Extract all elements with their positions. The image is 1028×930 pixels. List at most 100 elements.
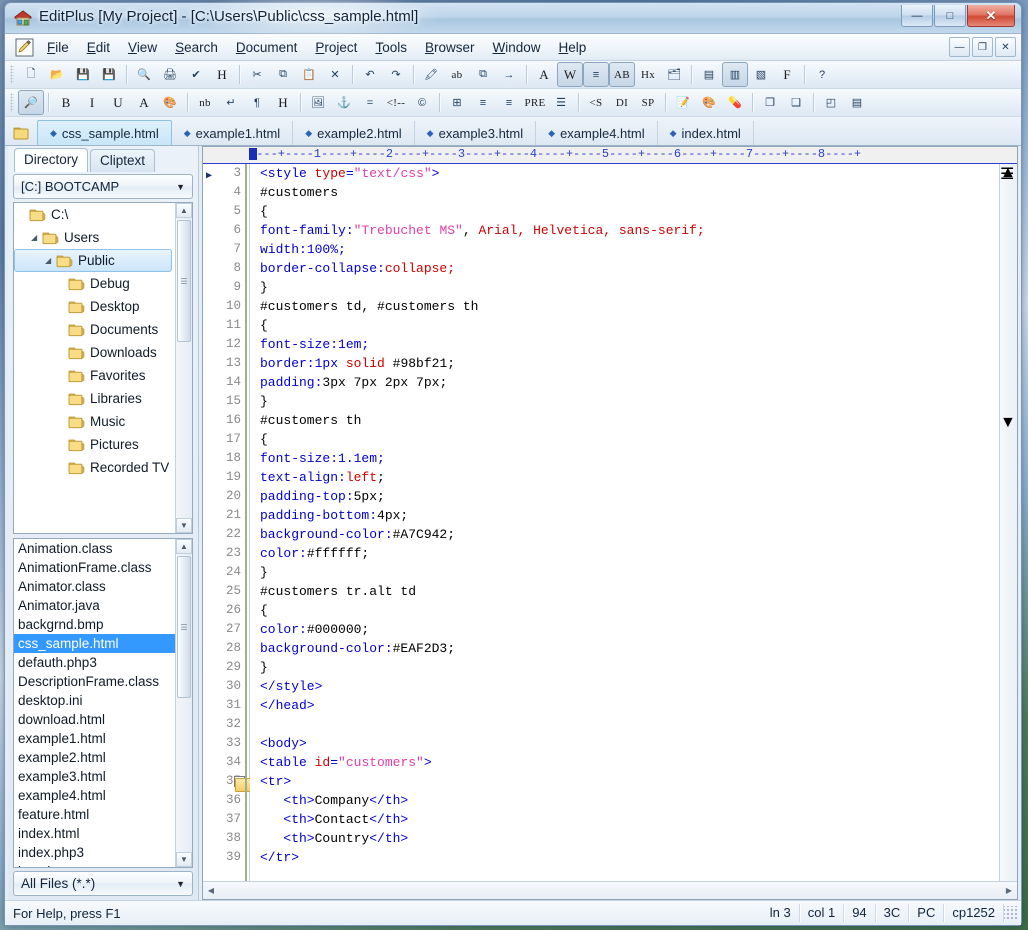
code-line[interactable]: } [250,563,999,582]
file-item-logo-bmp[interactable]: logo.bmp [14,862,175,867]
editor-scroll-thumb[interactable]: ☰ [1000,164,1017,414]
html-page-icon[interactable]: H [209,62,235,87]
edit-style-icon[interactable]: 📝 [670,90,696,115]
resize-grip[interactable] [1004,906,1018,920]
delete-icon[interactable]: ✕ [322,62,348,87]
tree-expander-icon[interactable]: ◢ [45,256,56,265]
code-line[interactable]: </style> [250,677,999,696]
tree-node-documents[interactable]: Documents [14,318,175,341]
style-palette-icon[interactable]: 🎨 [696,90,722,115]
code-line[interactable]: padding-bottom:4px; [250,506,999,525]
code-line[interactable]: color:#ffffff; [250,544,999,563]
tree-node-desktop[interactable]: Desktop [14,295,175,318]
insert-image-icon[interactable]: 🖼 [305,90,331,115]
code-line[interactable]: <body> [250,734,999,753]
directory-window-icon[interactable]: ▥ [722,62,748,87]
code-line[interactable]: #customers tr.alt td [250,582,999,601]
menu-project[interactable]: Project [306,37,366,58]
tree-node-music[interactable]: Music [14,410,175,433]
comment-icon[interactable]: <!-- [383,90,409,115]
file-item-Animator-class[interactable]: Animator.class [14,577,175,596]
anchor-icon[interactable]: ⚓ [331,90,357,115]
code-line[interactable]: } [250,278,999,297]
file-item-Animator-java[interactable]: Animator.java [14,596,175,615]
code-line[interactable]: <tr> [250,772,999,791]
pre-tag-icon[interactable]: PRE [522,90,548,115]
code-line[interactable]: { [250,316,999,335]
split-view-icon[interactable]: ▤ [844,90,870,115]
code-line[interactable]: { [250,430,999,449]
cut-icon[interactable]: ✂ [244,62,270,87]
scroll-down-arrow-icon[interactable]: ▼ [1000,414,1017,432]
fold-toggle-icon[interactable]: − [234,776,245,787]
tree-scrollbar[interactable]: ▲ ☰ ▼ [175,203,192,533]
file-filter-select[interactable]: All Files (*.*) ▼ [13,871,193,896]
code-line[interactable]: color:#000000; [250,620,999,639]
print-preview-icon[interactable]: 🔍 [131,62,157,87]
code-line[interactable]: { [250,601,999,620]
code-text[interactable]: <style type="text/css">#customers{font-f… [250,164,999,881]
horizontal-rule-icon[interactable]: = [357,90,383,115]
paste-icon[interactable]: 📋 [296,62,322,87]
file-item-css_sample-html[interactable]: css_sample.html [14,634,175,653]
tree-node-favorites[interactable]: Favorites [14,364,175,387]
file-item-feature-html[interactable]: feature.html [14,805,175,824]
find-icon[interactable]: 🖍 [418,62,444,87]
file-list-scrollbar[interactable]: ▲ ☰ ▼ [175,539,192,867]
code-line[interactable]: text-align:left; [250,468,999,487]
document-tab-css_sample-html[interactable]: ◆css_sample.html [37,120,172,145]
new-file-icon[interactable]: 🗋 [18,62,44,87]
insert-table-icon[interactable]: ⊞ [444,90,470,115]
close-button[interactable]: ✕ [967,5,1015,27]
list-icon[interactable]: ☰ [548,90,574,115]
code-line[interactable]: font-size:1.1em; [250,449,999,468]
div-tag-icon[interactable]: DI [609,90,635,115]
toolbar-grip[interactable] [10,65,14,84]
tree-node-debug[interactable]: Debug [14,272,175,295]
code-line[interactable]: { [250,202,999,221]
user-tool-icon[interactable]: 🗂 [661,62,687,87]
copy-icon[interactable]: ⧉ [270,62,296,87]
mdi-minimize-button[interactable]: — [949,37,970,57]
italic-icon[interactable]: I [79,90,105,115]
file-item-DescriptionFrame-class[interactable]: DescriptionFrame.class [14,672,175,691]
code-line[interactable]: border:1px solid #98bf21; [250,354,999,373]
menu-document[interactable]: Document [227,37,307,58]
tree-node-recordedtv[interactable]: Recorded TV [14,456,175,479]
directory-tree[interactable]: C:\◢Users◢PublicDebugDesktopDocumentsDow… [13,202,193,534]
print-icon[interactable]: 🖨 [157,62,183,87]
paragraph-icon[interactable]: ¶ [244,90,270,115]
spell-check-icon[interactable]: ✔ [183,62,209,87]
match-case-icon[interactable]: A [531,62,557,87]
file-item-example1-html[interactable]: example1.html [14,729,175,748]
code-line[interactable]: <th>Company</th> [250,791,999,810]
menu-help[interactable]: Help [550,37,596,58]
script-tag-icon[interactable]: <S [583,90,609,115]
code-line[interactable]: </head> [250,696,999,715]
heading-icon[interactable]: H [270,90,296,115]
tree-node-pictures[interactable]: Pictures [14,433,175,456]
file-item-defauth-php3[interactable]: defauth.php3 [14,653,175,672]
frame-icon[interactable]: ❑ [783,90,809,115]
save-icon[interactable]: 💾 [70,62,96,87]
line-number-gutter[interactable]: ▶345678910111213141516171819202122232425… [203,164,250,881]
tree-node-users[interactable]: ◢Users [14,226,175,249]
tree-expander-icon[interactable]: ◢ [31,233,42,242]
whole-word-icon[interactable]: W [557,62,583,87]
find-in-files-icon[interactable]: ⧉ [470,62,496,87]
bold-icon[interactable]: B [53,90,79,115]
span-tag-icon[interactable]: SP [635,90,661,115]
output-window-icon[interactable]: ▤ [696,62,722,87]
file-item-Animation-class[interactable]: Animation.class [14,539,175,558]
preview-icon[interactable]: 🔎 [18,90,44,115]
project-folder-icon[interactable] [13,125,31,141]
file-item-index-html[interactable]: index.html [14,824,175,843]
panel-tab-directory[interactable]: Directory [14,148,88,172]
nbsp-icon[interactable]: nb [192,90,218,115]
scroll-up-arrow-icon[interactable]: ▲ [176,203,192,218]
file-list[interactable]: Animation.classAnimationFrame.classAnima… [13,538,193,868]
cliptext-window-icon[interactable]: ▧ [748,62,774,87]
code-line[interactable]: } [250,658,999,677]
code-line[interactable]: <th>Contact</th> [250,810,999,829]
file-item-download-html[interactable]: download.html [14,710,175,729]
